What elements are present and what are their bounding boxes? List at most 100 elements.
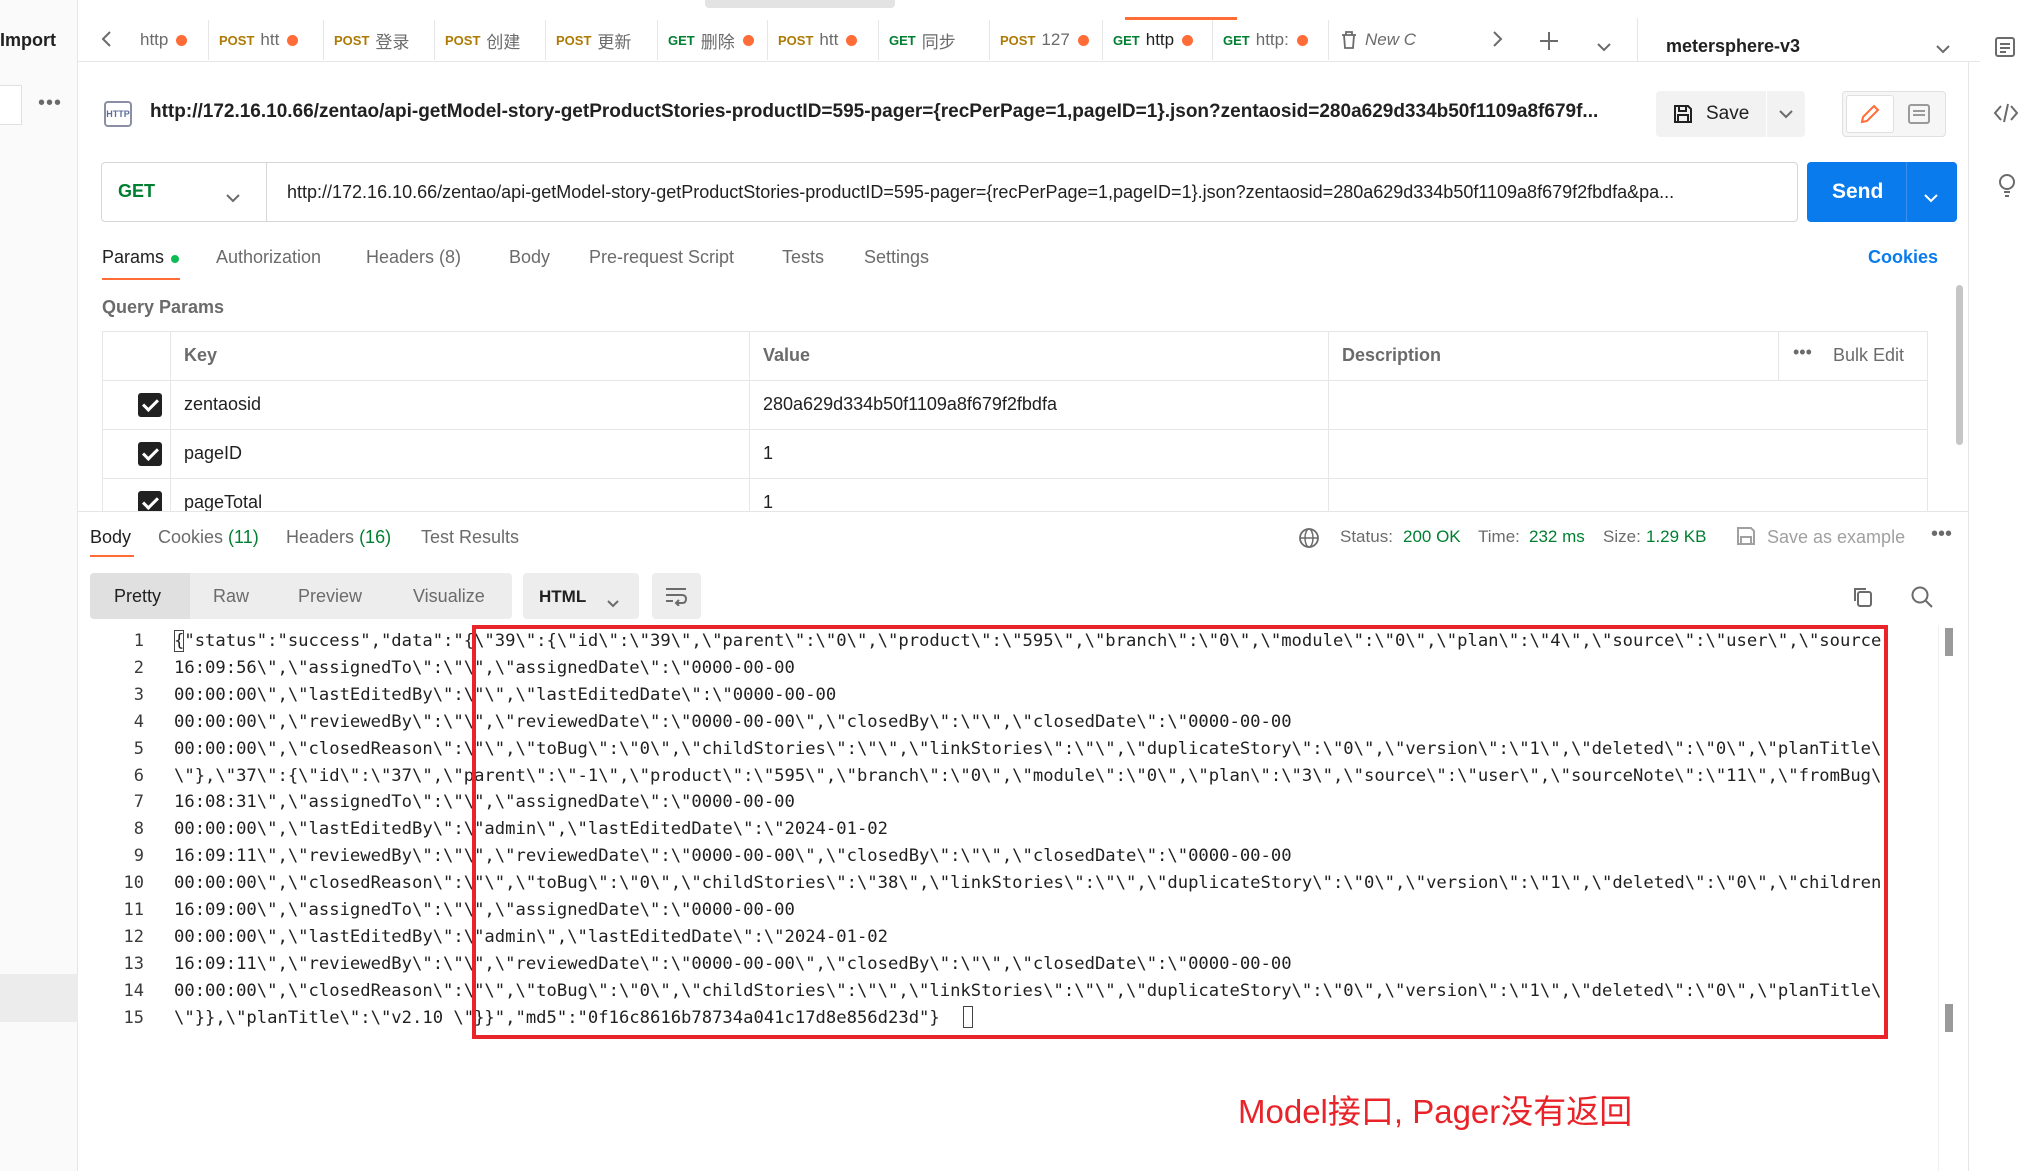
line-number: 1 xyxy=(133,631,144,651)
status-value[interactable]: 200 OK xyxy=(1403,527,1461,547)
request-tab[interactable]: POST 127 xyxy=(998,18,1093,62)
param-value[interactable]: 280a629d334b50f1109a8f679f2fbdfa xyxy=(763,394,1057,415)
tab-settings[interactable]: Settings xyxy=(864,247,929,268)
tab-title: http xyxy=(140,30,169,49)
response-tab-test-results[interactable]: Test Results xyxy=(421,527,519,548)
search-icon[interactable] xyxy=(1910,585,1934,614)
request-tab[interactable]: POST 更新 xyxy=(554,18,649,62)
language-dropdown-icon xyxy=(606,592,620,613)
request-tab[interactable]: http xyxy=(138,18,218,62)
environment-dropdown-icon[interactable] xyxy=(1935,38,1951,59)
tabs-dropdown-icon[interactable] xyxy=(1596,36,1612,57)
request-tab[interactable]: GET 删除 xyxy=(666,18,758,62)
save-as-example-button[interactable]: Save as example xyxy=(1767,527,1905,548)
tab-title: http: xyxy=(1255,30,1289,49)
copy-icon[interactable] xyxy=(1852,586,1874,613)
tab-title: 登录 xyxy=(375,32,410,52)
url-input[interactable]: http://172.16.10.66/zentao/api-getModel-… xyxy=(287,182,1781,203)
tab-title: 删除 xyxy=(700,32,735,52)
sidebar-filter-box[interactable] xyxy=(0,85,22,125)
code-scrollbar-thumb[interactable] xyxy=(1945,628,1953,656)
globe-icon[interactable] xyxy=(1298,527,1320,554)
param-checkbox[interactable] xyxy=(138,442,162,466)
param-key[interactable]: pageID xyxy=(184,443,242,464)
params-tab-underline xyxy=(102,278,180,280)
sidebar-selected-row[interactable] xyxy=(0,974,78,1022)
tab-method: POST xyxy=(445,32,481,48)
params-scrollbar[interactable] xyxy=(1956,285,1963,445)
response-more-icon[interactable]: ••• xyxy=(1931,523,1952,546)
lightbulb-icon[interactable] xyxy=(1995,172,2019,203)
save-options-button[interactable] xyxy=(1767,91,1805,137)
method-select[interactable]: GET xyxy=(118,181,155,202)
tab-divider xyxy=(545,20,546,60)
tab-title: htt xyxy=(819,30,839,49)
sidebar-more-icon[interactable]: ••• xyxy=(38,92,62,115)
tab-tests[interactable]: Tests xyxy=(782,247,824,268)
tab-divider xyxy=(767,20,768,60)
pencil-icon xyxy=(1860,104,1880,124)
tab-scrollbar[interactable] xyxy=(705,0,895,8)
code-scrollbar-thumb[interactable] xyxy=(1945,1004,1953,1032)
code-snippet-icon[interactable] xyxy=(1993,102,2019,129)
size-value[interactable]: 1.29 KB xyxy=(1646,527,1707,547)
line-number: 3 xyxy=(133,684,144,705)
tabs-scroll-left-icon[interactable] xyxy=(100,28,114,54)
tab-divider xyxy=(208,20,209,60)
request-tab[interactable]: New C xyxy=(1337,18,1419,62)
edit-pencil-button[interactable] xyxy=(1846,95,1894,133)
view-visualize-button[interactable]: Visualize xyxy=(413,586,485,607)
bulk-edit-link[interactable]: Bulk Edit xyxy=(1833,345,1904,366)
line-number: 8 xyxy=(133,819,144,840)
tab-title: 同步 xyxy=(921,32,956,52)
table-more-icon[interactable]: ••• xyxy=(1793,342,1812,363)
response-divider xyxy=(78,511,1968,512)
tab-headers[interactable]: Headers (8) xyxy=(366,247,461,268)
request-tab[interactable]: POST 登录 xyxy=(332,18,427,62)
request-tab[interactable]: GET http xyxy=(1111,18,1201,62)
request-tab[interactable]: POST htt xyxy=(776,18,871,62)
tab-method: POST xyxy=(334,32,370,48)
import-button[interactable]: Import xyxy=(0,30,56,51)
request-tab[interactable]: POST 创建 xyxy=(443,18,538,62)
column-header-value: Value xyxy=(763,345,811,365)
request-tab[interactable]: GET http: xyxy=(1221,18,1316,62)
save-button[interactable]: Save xyxy=(1656,91,1766,137)
tab-prerequest-script[interactable]: Pre-request Script xyxy=(589,247,734,268)
environment-quick-look-icon[interactable] xyxy=(1993,35,2017,64)
tab-title: http xyxy=(1145,30,1175,49)
request-tab[interactable]: GET 同步 xyxy=(887,18,982,62)
documentation-icon[interactable] xyxy=(1907,103,1931,130)
headers-count: (16) xyxy=(359,527,392,547)
response-tab-headers[interactable]: Headers (16) xyxy=(286,527,391,548)
tabs-scroll-right-icon[interactable] xyxy=(1490,28,1504,54)
view-pretty-button[interactable]: Pretty xyxy=(114,586,161,607)
param-value[interactable]: 1 xyxy=(763,443,773,464)
tab-authorization[interactable]: Authorization xyxy=(216,247,321,268)
send-options-icon[interactable] xyxy=(1923,187,1939,208)
param-value[interactable]: 1 xyxy=(763,492,773,511)
response-tab-body[interactable]: Body xyxy=(90,527,131,548)
cookies-link[interactable]: Cookies xyxy=(1868,247,1938,268)
new-tab-plus-icon[interactable] xyxy=(1538,30,1560,57)
view-raw-button[interactable]: Raw xyxy=(213,586,249,607)
wrap-lines-button[interactable] xyxy=(652,573,701,619)
size-label: Size: xyxy=(1603,527,1641,546)
method-dropdown-icon[interactable] xyxy=(225,187,241,208)
response-tab-cookies[interactable]: Cookies (11) xyxy=(158,527,259,548)
param-checkbox[interactable] xyxy=(138,393,162,417)
bracket-match-marker xyxy=(174,630,184,652)
tab-params[interactable]: Params xyxy=(102,247,164,268)
param-key[interactable]: pageTotal xyxy=(184,492,262,511)
time-value[interactable]: 232 ms xyxy=(1529,527,1585,547)
environment-selector[interactable]: metersphere-v3 xyxy=(1666,36,1800,57)
tab-method: GET xyxy=(889,32,916,48)
request-tab[interactable]: POST htt xyxy=(217,18,307,62)
view-preview-button[interactable]: Preview xyxy=(298,586,362,607)
tab-body[interactable]: Body xyxy=(509,247,550,268)
unsaved-dot xyxy=(1296,34,1308,46)
param-checkbox[interactable] xyxy=(138,491,162,511)
request-title[interactable]: http://172.16.10.66/zentao/api-getModel-… xyxy=(150,101,1620,123)
response-tab-headers-label: Headers xyxy=(286,527,355,547)
param-key[interactable]: zentaosid xyxy=(184,394,261,415)
